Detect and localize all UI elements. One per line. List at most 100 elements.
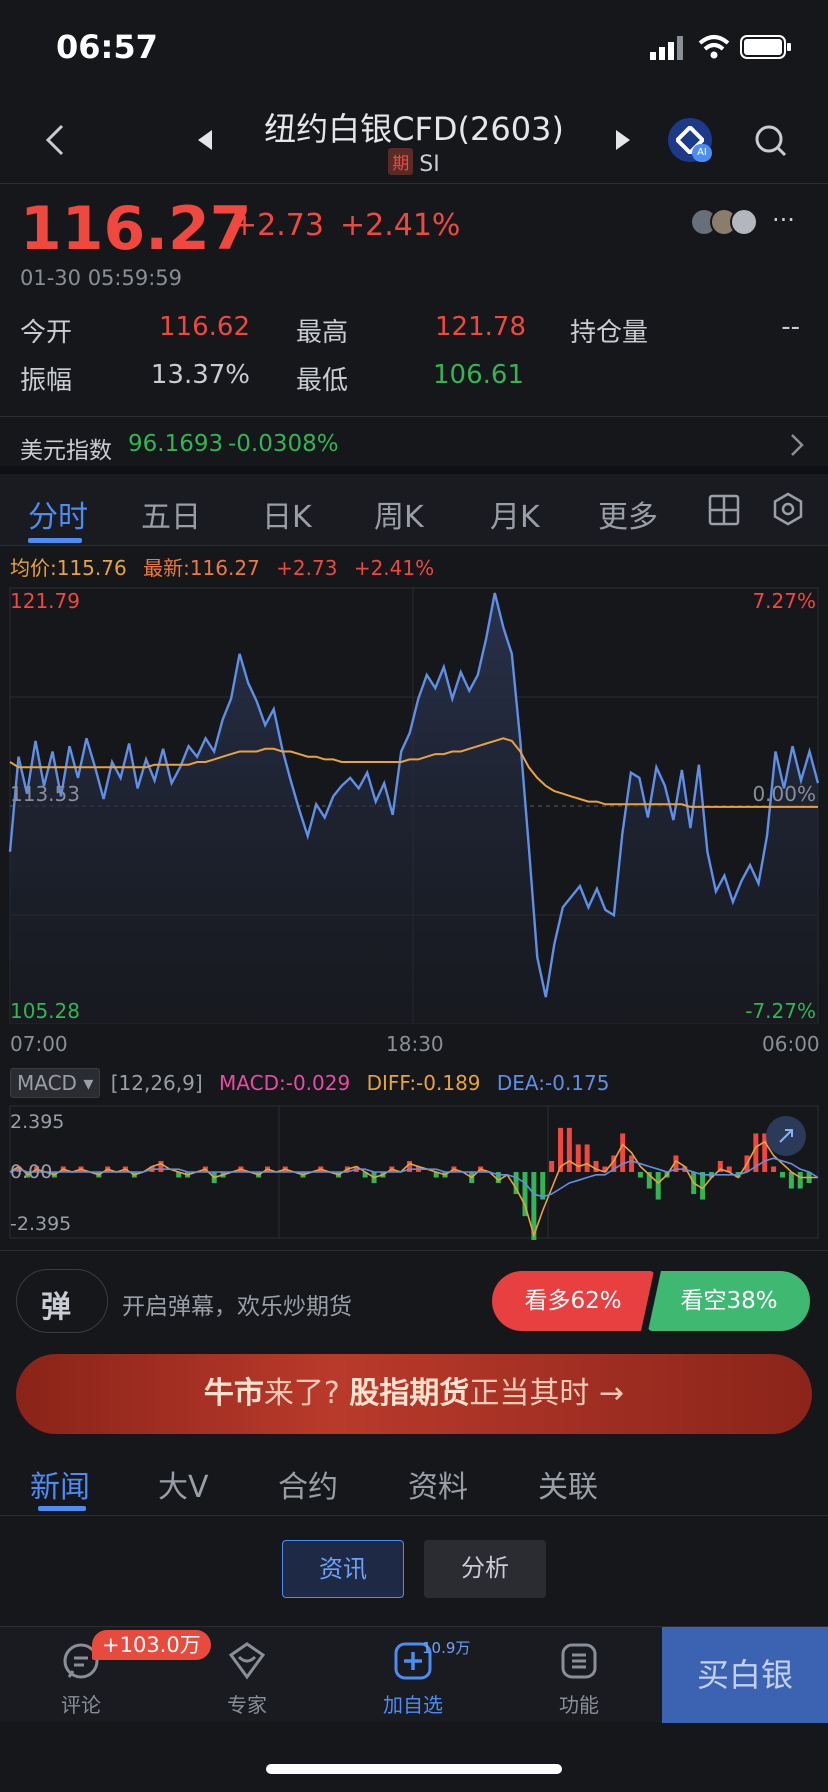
more-menu-icon[interactable]: ··· xyxy=(772,206,795,234)
legend-change-pct: +2.41% xyxy=(353,556,435,580)
banner-text-4: 正当其时 xyxy=(469,1376,590,1411)
diff-value: DIFF:-0.189 xyxy=(366,1071,481,1095)
tab-news[interactable]: 新闻 xyxy=(30,1462,90,1506)
add-watchlist-label: 加自选 xyxy=(383,1693,443,1717)
low-value: 106.61 xyxy=(433,360,524,390)
grid-layout-icon[interactable] xyxy=(708,494,740,526)
y-axis-top-label: 121.79 xyxy=(10,589,80,613)
tab-related[interactable]: 关联 xyxy=(538,1462,598,1506)
y-axis-bottom-label: 105.28 xyxy=(10,999,80,1023)
pct-axis-bottom-label: -7.27% xyxy=(745,999,816,1023)
search-icon[interactable] xyxy=(754,124,788,158)
diff-line xyxy=(9,1140,818,1238)
usd-index-row[interactable]: 美元指数 96.1693 -0.0308% xyxy=(0,416,828,474)
tab-monthly-k[interactable]: 月K xyxy=(490,492,540,536)
status-bar: 06:57 xyxy=(0,0,828,96)
quote-timestamp: 01-30 05:59:59 xyxy=(20,266,183,290)
ai-assistant-button[interactable]: AI xyxy=(668,118,712,162)
dropdown-triangle-icon: ▾ xyxy=(83,1071,94,1095)
next-instrument-icon[interactable] xyxy=(614,128,632,152)
battery-icon xyxy=(740,35,791,59)
intraday-chart[interactable]: 121.79 113.53 105.28 7.27% 0.00% -7.27% xyxy=(0,580,828,1024)
macd-value: MACD:-0.029 xyxy=(219,1071,351,1095)
functions-icon xyxy=(561,1643,597,1679)
ai-badge: AI xyxy=(692,144,712,162)
dea-line xyxy=(9,1157,819,1198)
low-label: 最低 xyxy=(296,366,349,396)
bullish-button[interactable]: 看多62% xyxy=(492,1271,654,1331)
tab-weekly-k[interactable]: 周K xyxy=(374,492,424,536)
danmu-icon: 弹 xyxy=(41,1290,71,1325)
functions-label: 功能 xyxy=(559,1693,599,1717)
expert-label: 专家 xyxy=(227,1693,267,1717)
expand-chart-icon[interactable] xyxy=(766,1116,806,1156)
chip-information[interactable]: 资讯 xyxy=(282,1540,404,1598)
instrument-symbol: SI xyxy=(419,152,440,177)
avg-price-legend: 均价:115.76 xyxy=(10,556,127,580)
chip-analysis[interactable]: 分析 xyxy=(424,1540,546,1598)
expert-icon xyxy=(228,1642,266,1680)
news-tabs: 新闻 大V 合约 资料 关联 xyxy=(0,1448,828,1516)
banner-text-2: 来了? xyxy=(263,1376,340,1411)
functions-button[interactable]: 功能 xyxy=(514,1627,644,1723)
danmu-prompt: 开启弹幕，欢乐炒期货 xyxy=(122,1294,352,1320)
x-axis-label-end: 06:00 xyxy=(762,1032,820,1056)
indicator-name: MACD xyxy=(17,1071,77,1095)
tab-intraday[interactable]: 分时 xyxy=(28,492,88,536)
add-watchlist-button[interactable]: 10.9万 加自选 xyxy=(348,1627,478,1723)
price-change-pct: +2.41% xyxy=(340,208,461,243)
legend-change: +2.73 xyxy=(276,556,338,580)
open-label: 今开 xyxy=(20,318,73,348)
nav-bar: 纽约白银CFD(2603) 期 SI AI xyxy=(0,96,828,184)
status-time: 06:57 xyxy=(56,28,158,66)
tab-more[interactable]: 更多 xyxy=(598,492,658,536)
high-label: 最高 xyxy=(296,318,349,348)
usd-index-change: -0.0308% xyxy=(228,431,339,457)
tab-daily-k[interactable]: 日K xyxy=(262,492,312,536)
tab-influencers[interactable]: 大V xyxy=(158,1462,209,1506)
price-area xyxy=(10,593,818,1024)
indicator-select[interactable]: MACD ▾ xyxy=(10,1068,101,1098)
buy-silver-button[interactable]: 买白银 xyxy=(662,1627,828,1723)
usd-index-label: 美元指数 xyxy=(20,438,112,464)
banner-text-1: 牛市 xyxy=(203,1376,264,1411)
chart-period-tabs: 分时 五日 日K 周K 月K 更多 xyxy=(0,474,828,546)
comment-label: 评论 xyxy=(61,1693,101,1717)
macd-histogram xyxy=(16,1127,812,1240)
macd-y-bottom: -2.395 xyxy=(10,1213,71,1235)
amplitude-label: 振幅 xyxy=(20,366,73,396)
open-interest-label: 持仓量 xyxy=(570,318,649,348)
usd-index-value: 96.1693 xyxy=(128,431,224,457)
tab-five-day[interactable]: 五日 xyxy=(141,492,201,536)
futures-tag: 期 xyxy=(388,148,414,175)
home-indicator[interactable] xyxy=(266,1764,562,1774)
macd-y-mid: 0.00 xyxy=(10,1161,52,1183)
latest-price-legend: 最新:116.27 xyxy=(143,556,260,580)
chart-settings-icon[interactable] xyxy=(772,492,804,528)
y-axis-mid-label: 113.53 xyxy=(10,782,80,806)
danmu-toggle-button[interactable]: 弹 xyxy=(16,1269,108,1333)
signal-icon xyxy=(650,36,683,60)
chevron-right-icon xyxy=(791,434,804,456)
promo-banner[interactable]: 牛市来了? 股指期货正当其时 → xyxy=(16,1354,812,1434)
tab-contract[interactable]: 合约 xyxy=(278,1462,338,1506)
open-interest-value: -- xyxy=(781,312,800,342)
pct-axis-mid-label: 0.00% xyxy=(752,782,816,806)
chart-legend: 均价:115.76 最新:116.27 +2.73 +2.41% xyxy=(10,552,434,581)
price-change: +2.73 xyxy=(232,208,324,243)
danmu-row: 弹 开启弹幕，欢乐炒期货 看多62% 看空38% xyxy=(0,1250,828,1354)
high-value: 121.78 xyxy=(435,312,526,342)
wifi-icon xyxy=(698,35,730,59)
comment-count-badge: +103.0万 xyxy=(92,1630,211,1660)
arrow-right-icon: → xyxy=(598,1376,625,1411)
amplitude-value: 13.37% xyxy=(150,360,250,390)
tab-profile[interactable]: 资料 xyxy=(408,1462,468,1506)
x-axis-label-mid: 18:30 xyxy=(386,1032,444,1056)
community-avatars[interactable] xyxy=(690,208,766,238)
x-axis-label-start: 07:00 xyxy=(10,1032,68,1056)
tab-underline xyxy=(28,538,82,543)
bearish-button[interactable]: 看空38% xyxy=(648,1271,810,1331)
macd-chart[interactable]: 2.395 0.00 -2.395 xyxy=(0,1100,828,1240)
watchlist-count: 10.9万 xyxy=(422,1639,471,1657)
macd-y-top: 2.395 xyxy=(10,1111,64,1133)
